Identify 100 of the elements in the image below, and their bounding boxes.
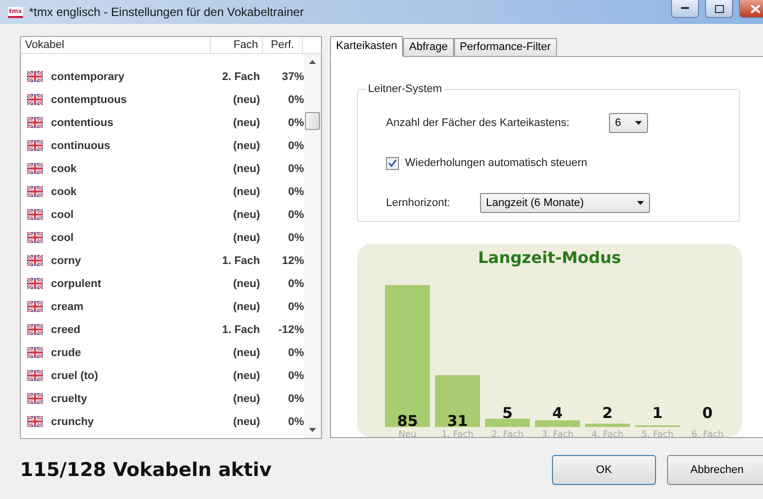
caret-icon: [637, 201, 644, 205]
maximize-button[interactable]: [705, 0, 733, 18]
fach-cell-text: (neu): [232, 232, 260, 244]
bar-value: 1: [652, 404, 662, 422]
word-cell-text: corny: [51, 254, 82, 266]
word-cell-text: cruel (to): [51, 370, 100, 382]
bar-value: 85: [396, 412, 418, 430]
fach-cell-text: (neu): [232, 162, 260, 174]
bar-category: 4. Fach: [591, 430, 623, 437]
perf-cell-text: 0%: [287, 300, 304, 312]
flag-icon: [27, 117, 43, 128]
horizon-dropdown[interactable]: Langzeit (6 Monate): [480, 193, 650, 213]
perf-cell-text: 0%: [287, 416, 304, 428]
cancel-button[interactable]: Abbrechen: [667, 455, 763, 485]
word-cell-text: cool: [51, 208, 75, 220]
close-icon: [750, 4, 760, 12]
group-title: Leitner-System: [367, 83, 443, 95]
field-label: Anzahl der Fächer des Karteikastens:: [386, 117, 570, 129]
bar-category: 1. Fach: [441, 430, 473, 437]
bar-value: 0: [702, 404, 712, 422]
flag-icon: [27, 324, 43, 335]
column-header[interactable]: Perf.: [263, 37, 303, 53]
bar-value: 5: [502, 404, 512, 422]
checkbox[interactable]: [386, 156, 399, 170]
perf-cell-text: -12%: [277, 324, 304, 336]
word-cell-text: contemptuous: [51, 94, 128, 106]
flag-icon: [27, 301, 43, 312]
word-cell-text: cook: [51, 186, 78, 198]
field-label: Lernhorizont:: [386, 197, 452, 209]
scroll-up-icon[interactable]: [309, 60, 316, 64]
bar-category: 2. Fach: [491, 430, 523, 437]
fach-cell-text: (neu): [232, 346, 260, 358]
fach-cell-text: (neu): [232, 278, 260, 290]
chart-bar: [584, 424, 630, 427]
flag-icon: [27, 209, 43, 220]
count-dropdown[interactable]: 6: [609, 113, 648, 133]
column-header[interactable]: Vokabel: [21, 37, 211, 53]
fach-cell-text: (neu): [232, 370, 260, 382]
perf-cell-text: 0%: [287, 392, 304, 404]
flag-icon: [27, 370, 43, 381]
chart-title: Langzeit-Modus: [478, 248, 622, 267]
scrollbar[interactable]: [304, 54, 321, 438]
perf-cell-text: 12%: [280, 254, 304, 266]
word-cell-text: corpulent: [51, 278, 102, 290]
flag-icon: [27, 94, 43, 105]
checkbox-label: Wiederholungen automatisch steuern: [405, 157, 588, 169]
window-title: *tmx englisch - Einstellungen für den Vokabeltrainer: [29, 5, 305, 19]
tab[interactable]: Performance-Filter: [454, 38, 557, 56]
word-cell-text: contentious: [51, 116, 114, 128]
caret-icon: [635, 121, 642, 125]
word-cell-text: cream: [51, 300, 84, 312]
perf-cell-text: 0%: [287, 346, 304, 358]
fach-cell-text: (neu): [232, 300, 260, 312]
bar-category: Neu: [398, 430, 416, 437]
fach-cell-text: 1. Fach: [221, 324, 260, 336]
word-cell-text: creed: [51, 324, 82, 336]
perf-cell-text: 0%: [287, 140, 304, 152]
fach-cell-text: (neu): [232, 208, 260, 220]
flag-icon: [27, 278, 43, 289]
word-cell-text: crunchy: [51, 416, 95, 428]
perf-cell-text: 0%: [287, 208, 304, 220]
perf-cell-text: 0%: [287, 94, 304, 106]
fach-cell-text: (neu): [232, 140, 260, 152]
chart-bar: [534, 420, 580, 427]
perf-cell-text: 0%: [287, 162, 304, 174]
word-cell-text: cook: [51, 162, 78, 174]
close-button[interactable]: [739, 0, 763, 18]
fach-cell-text: (neu): [232, 116, 260, 128]
fach-cell-text: (neu): [232, 392, 260, 404]
fach-cell-text: (neu): [232, 416, 260, 428]
perf-cell-text: 0%: [287, 278, 304, 290]
perf-cell-text: 0%: [287, 370, 304, 382]
word-cell-text: cool: [51, 232, 75, 244]
status-text: 115/128 Vokabeln aktiv: [20, 459, 273, 481]
fach-cell-text: 1. Fach: [221, 254, 260, 266]
perf-cell-text: 0%: [287, 116, 304, 128]
bar-value: 4: [552, 404, 562, 422]
flag-icon: [27, 393, 43, 404]
fach-cell-text: (neu): [232, 94, 260, 106]
scroll-down-icon[interactable]: [309, 428, 316, 432]
bar-value: 2: [602, 404, 612, 422]
fach-cell-text: (neu): [232, 186, 260, 198]
word-cell-text: continuous: [51, 140, 112, 152]
flag-icon: [27, 186, 43, 197]
flag-icon: [27, 416, 43, 427]
tab[interactable]: Karteikasten: [330, 36, 404, 57]
word-cell-text: crude: [51, 346, 82, 358]
flag-icon: [27, 163, 43, 174]
perf-cell-text: 0%: [287, 186, 304, 198]
chart-bar: [434, 375, 480, 427]
word-cell-text: contemporary: [51, 70, 126, 82]
flag-icon: [27, 232, 43, 243]
flag-icon: [27, 71, 43, 82]
scroll-thumb[interactable]: [305, 112, 320, 130]
ok-button[interactable]: OK: [552, 455, 656, 485]
tab[interactable]: Abfrage: [403, 38, 454, 56]
column-header[interactable]: Fach: [211, 37, 263, 53]
chart-bar: [484, 418, 530, 427]
minimize-button[interactable]: [671, 0, 699, 18]
word-cell-text: cruelty: [51, 392, 88, 404]
